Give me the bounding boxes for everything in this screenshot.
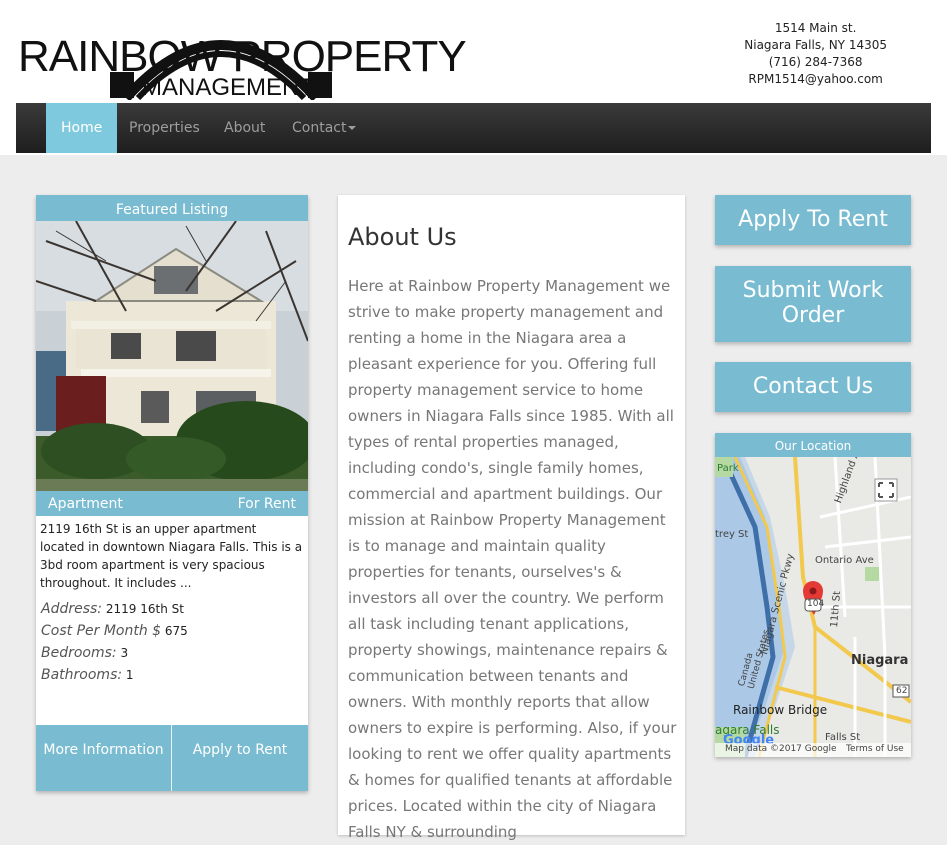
header-city: Niagara Falls, NY 14305 [744, 38, 887, 52]
map-label-falls-st: Falls St [825, 732, 861, 743]
listing-address-row: Address: 2119 16th St [41, 598, 303, 620]
map-label-trey: trey St [715, 529, 749, 540]
map-label-rte104: 104 [807, 599, 825, 609]
listing-details: Address: 2119 16th St Cost Per Month $ 6… [36, 592, 308, 686]
logo-line2: MANAGEMENT [142, 74, 315, 101]
our-location-heading: Our Location [774, 439, 852, 453]
header-phone[interactable]: (716) 284-7368 [744, 54, 887, 71]
listing-apply-button[interactable]: Apply to Rent [172, 725, 308, 791]
nav-properties[interactable]: Properties [114, 103, 215, 153]
cost-value: 675 [164, 624, 188, 638]
listing-cost-row: Cost Per Month $ 675 [41, 620, 303, 642]
listing-description: 2119 16th St is an upper apartment locat… [40, 522, 303, 590]
header-contact-info: 1514 Main st. Niagara Falls, NY 14305 (7… [744, 20, 887, 88]
map-terms-link[interactable]: Terms of Use [846, 744, 904, 754]
about-us-panel: About Us Here at Rainbow Property Manage… [338, 195, 685, 841]
header-address: 1514 Main st. [774, 21, 857, 35]
bedrooms-value: 3 [120, 646, 129, 660]
submit-work-order-button[interactable]: Submit Work Order [715, 266, 911, 342]
listing-info-bar: Apartment For Rent [36, 491, 308, 516]
featured-listing-panel: Featured Listing Apartment For Rent 2119… [36, 195, 308, 791]
featured-listing-heading: Featured Listing [36, 195, 308, 221]
rainbow-property-logo[interactable]: RAINBOW PROPERTY MANAGEMENT [16, 2, 476, 101]
bedrooms-label: Bedrooms: [41, 645, 117, 661]
map-label-bridge: Rainbow Bridge [733, 703, 828, 717]
address-value: 2119 16th St [105, 602, 184, 616]
featured-listing-photo[interactable] [36, 221, 308, 491]
more-information-button[interactable]: More Information [36, 725, 172, 791]
location-map-panel: Our Location Park Highland Ave trey St O… [715, 433, 911, 757]
bathrooms-value: 1 [125, 668, 134, 682]
listing-actions: More Information Apply to Rent [36, 725, 308, 791]
about-us-body: Here at Rainbow Property Management we s… [348, 277, 677, 841]
map-label-rte62: 62 [896, 686, 908, 696]
listing-bathrooms-row: Bathrooms: 1 [41, 664, 303, 686]
cost-label: Cost Per Month $ [41, 623, 162, 639]
map-label-ontario: Ontario Ave [815, 555, 874, 566]
header-email[interactable]: RPM1514@yahoo.com [744, 71, 887, 88]
google-map[interactable]: Park Highland Ave trey St Ontario Ave Ni… [715, 457, 911, 757]
about-us-title: About Us [348, 223, 457, 251]
nav-home[interactable]: Home [46, 103, 118, 153]
map-label-park: Park [717, 463, 739, 474]
map-label-niagara: Niagara [851, 653, 909, 668]
nav-contact-dropdown[interactable]: Contact [277, 103, 371, 153]
house-photo-icon [36, 221, 308, 491]
main-navbar: Home Properties About Contact [16, 103, 931, 153]
contact-us-button[interactable]: Contact Us [715, 362, 911, 412]
nav-about[interactable]: About [209, 103, 280, 153]
bathrooms-label: Bathrooms: [41, 667, 123, 683]
listing-bedrooms-row: Bedrooms: 3 [41, 642, 303, 664]
nav-contact-label: Contact [292, 120, 347, 136]
apply-to-rent-button[interactable]: Apply To Rent [715, 195, 911, 245]
listing-status: For Rent [237, 496, 296, 512]
map-attribution: Map data ©2017 Google [725, 744, 837, 754]
caret-down-icon [348, 126, 357, 130]
listing-type: Apartment [48, 496, 123, 512]
address-label: Address: [41, 601, 103, 617]
submit-work-order-label: Submit Work Order [742, 278, 884, 328]
